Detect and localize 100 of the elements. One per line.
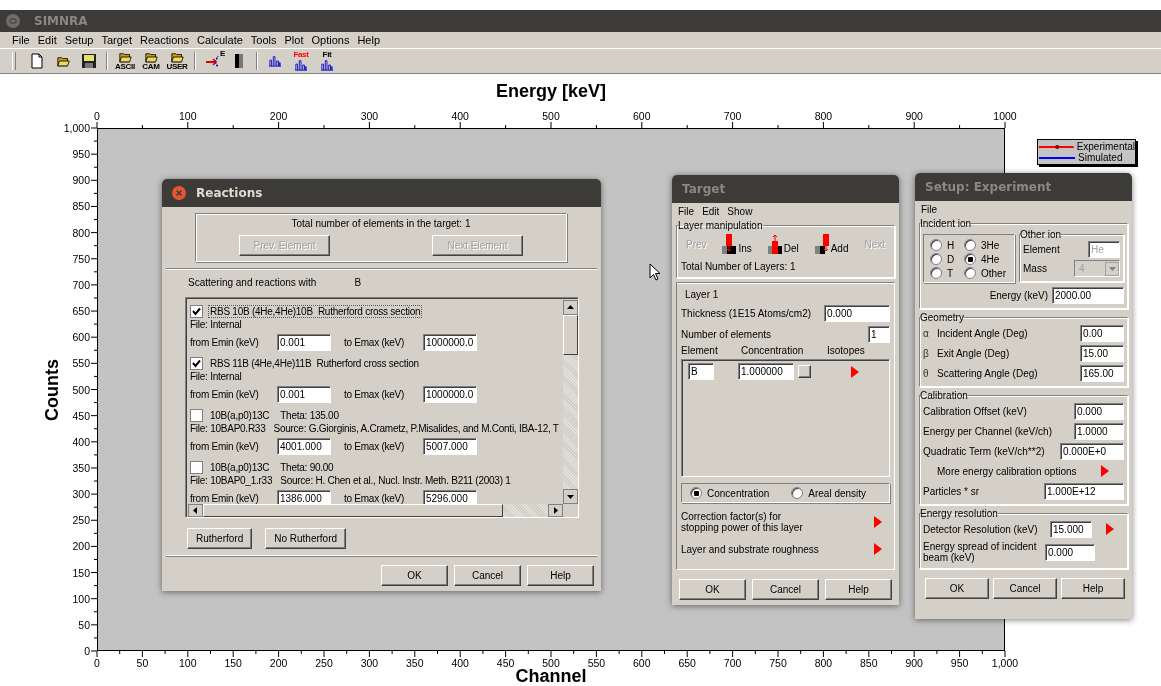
tick-label: 950: [950, 657, 969, 669]
tick-label: 0: [94, 657, 100, 669]
toggle-button[interactable]: [798, 365, 811, 378]
insert-layer-button[interactable]: Ins: [722, 234, 752, 254]
menu-item[interactable]: File: [8, 34, 34, 46]
value-field[interactable]: 1.0000: [1074, 422, 1124, 440]
emax-field[interactable]: 1000000.0: [423, 385, 477, 403]
menu-item[interactable]: Tools: [246, 34, 281, 46]
thickness-field[interactable]: 0.000: [824, 305, 890, 322]
tick-label: 300: [72, 488, 90, 501]
concentration-field[interactable]: 1.000000: [738, 363, 794, 380]
column-header: Isotopes: [827, 345, 865, 358]
label: Energy (keV): [989, 289, 1048, 301]
radio-button[interactable]: Areal density: [791, 487, 867, 499]
dialog-button[interactable]: Cancel: [993, 578, 1057, 599]
value-field[interactable]: 0.000: [1074, 402, 1124, 420]
radio-button[interactable]: Concentration: [690, 487, 770, 499]
radio-button[interactable]: 3He: [964, 239, 1012, 251]
emin-field[interactable]: 0.001: [277, 385, 331, 403]
tick-label: 450: [72, 409, 90, 422]
dialog-button[interactable]: Help: [825, 579, 892, 600]
tick-label: 550: [72, 357, 90, 370]
value-field[interactable]: 0.000E+0: [1060, 442, 1124, 460]
triangle-icon[interactable]: [1100, 465, 1109, 477]
emax-field[interactable]: 5007.000: [423, 437, 477, 455]
value-field[interactable]: 0.000: [1045, 543, 1095, 561]
dialog-button[interactable]: No Rutherford: [265, 528, 347, 549]
label: More energy calibration options: [937, 465, 1077, 477]
checkbox[interactable]: [190, 357, 203, 370]
menu-item[interactable]: File: [921, 204, 938, 217]
checkbox[interactable]: [190, 461, 203, 474]
source-text: Source: G.Giorginis, A.Crametz, P.Misalides, and M.Conti, IBA-12, T: [273, 423, 559, 436]
scroll-down-icon[interactable]: [563, 489, 578, 504]
emax-field[interactable]: 5296.000: [423, 489, 477, 504]
radio-button[interactable]: D: [930, 253, 964, 265]
menu-item[interactable]: Setup: [60, 34, 98, 46]
element-count-field[interactable]: 1: [868, 326, 890, 343]
emin-field[interactable]: 0.001: [277, 333, 331, 351]
dialog-button[interactable]: Cancel: [454, 565, 521, 586]
tick-label: 150: [72, 566, 90, 579]
dialog-button[interactable]: OK: [925, 578, 989, 599]
label: from Emin (keV): [190, 336, 260, 348]
dialog-button[interactable]: OK: [679, 579, 746, 600]
dialog-button[interactable]: Cancel: [752, 579, 819, 600]
menu-item[interactable]: Options: [307, 34, 354, 46]
label: from Emin (keV): [190, 440, 260, 452]
energy-field[interactable]: 2000.00: [1052, 286, 1124, 304]
menu-item[interactable]: Calculate: [192, 34, 247, 46]
emax-field[interactable]: 1000000.0: [423, 333, 477, 351]
scroll-right-icon[interactable]: [548, 504, 563, 517]
axis-title: Channel: [515, 666, 587, 686]
tick-label: 900: [905, 110, 923, 122]
menu-item[interactable]: Reactions: [136, 34, 193, 46]
dialog-button[interactable]: Help: [1061, 578, 1125, 599]
radio-button[interactable]: Other: [964, 267, 1012, 279]
triangle-icon[interactable]: [1106, 523, 1114, 535]
tick-label: 900: [905, 657, 923, 669]
tick-label: 250: [315, 657, 333, 669]
radio-button[interactable]: H: [930, 239, 964, 251]
value-field[interactable]: 1.000E+12: [1044, 482, 1124, 500]
tick-label: 1,000: [63, 122, 90, 134]
scroll-thumb[interactable]: [563, 315, 578, 355]
dialog-button[interactable]: OK: [381, 565, 448, 586]
menu-item[interactable]: Edit: [702, 206, 720, 219]
tick-label: 550: [587, 657, 606, 669]
value-field[interactable]: 15.000: [1050, 520, 1092, 538]
emin-field[interactable]: 4001.000: [277, 437, 331, 455]
menu-item[interactable]: Help: [353, 34, 384, 46]
menu-item[interactable]: Target: [97, 34, 137, 46]
scroll-left-icon[interactable]: [188, 504, 203, 517]
tick-label: 50: [136, 657, 149, 669]
dialog-button[interactable]: Rutherford: [187, 528, 253, 549]
emin-field[interactable]: 1386.000: [277, 489, 331, 504]
close-icon[interactable]: [172, 186, 186, 200]
menu-item[interactable]: Edit: [33, 34, 61, 46]
label: Quadratic Term (keV/ch**2): [923, 445, 1045, 457]
checkbox[interactable]: [190, 305, 203, 318]
tick-label: 300: [360, 110, 379, 122]
scroll-up-icon[interactable]: [563, 300, 578, 315]
angle-field[interactable]: 165.00: [1080, 364, 1124, 382]
dialog-button[interactable]: Help: [527, 565, 594, 586]
tick-label: 700: [723, 657, 742, 669]
checkbox[interactable]: [190, 409, 203, 422]
angle-field[interactable]: 0.00: [1080, 324, 1124, 342]
add-layer-button[interactable]: Add: [814, 234, 849, 254]
triangle-icon[interactable]: [874, 516, 882, 528]
delete-layer-button[interactable]: Del: [767, 234, 799, 254]
menu-item[interactable]: Show: [727, 206, 753, 219]
triangle-icon[interactable]: [851, 365, 859, 378]
file-text: File: 10BAP0.R33: [190, 423, 266, 436]
menu-item[interactable]: Plot: [280, 34, 308, 46]
radio-button[interactable]: 4He: [964, 253, 1012, 265]
tick-label: 700: [723, 110, 742, 122]
tick-label: 400: [451, 657, 469, 669]
radio-button[interactable]: T: [930, 267, 964, 279]
menu-item[interactable]: File: [678, 206, 695, 219]
triangle-icon[interactable]: [874, 543, 882, 555]
element-field[interactable]: B: [688, 363, 714, 380]
angle-field[interactable]: 15.00: [1080, 344, 1124, 362]
reaction-title: 10B(a,p0)13C: [209, 461, 271, 474]
